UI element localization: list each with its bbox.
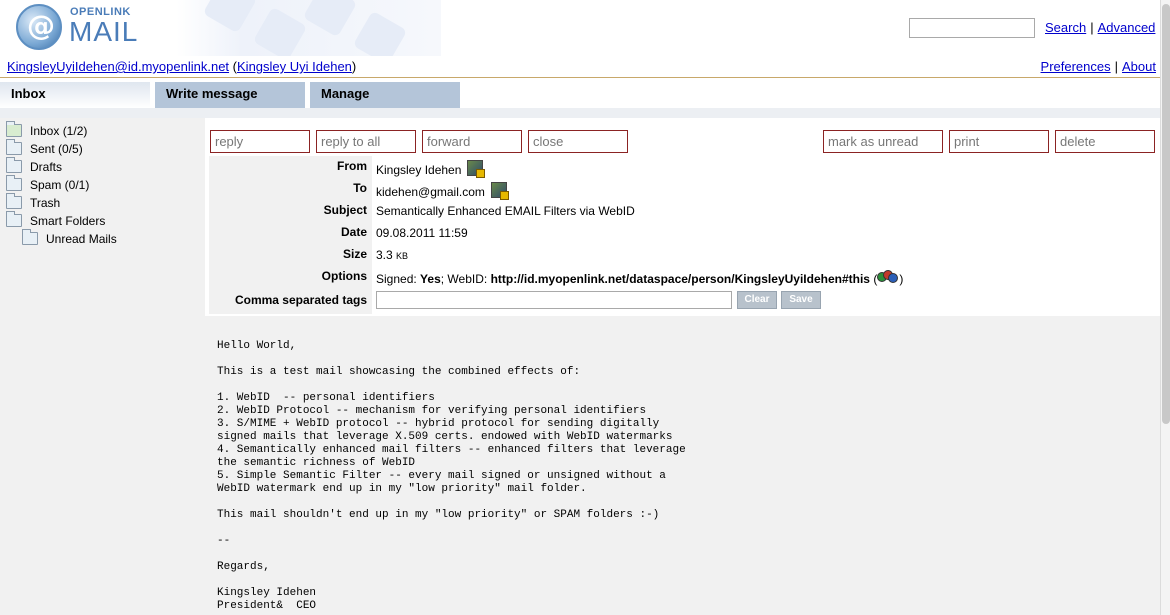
webid-label: ; WebID:	[440, 272, 488, 286]
advanced-search-link[interactable]: Advanced	[1098, 20, 1156, 35]
header-row-options: Options Signed: Yes; WebID: http://id.my…	[209, 266, 1160, 288]
folder-inbox[interactable]: Inbox (1/2)	[0, 121, 205, 141]
folder-icon	[6, 157, 22, 173]
message-view: reply reply to all forward close mark as…	[205, 118, 1160, 615]
webid-verified-icon[interactable]	[877, 270, 899, 284]
message-body-pane: Hello World, This is a test mail showcas…	[205, 316, 1160, 615]
paren-close: )	[351, 59, 357, 74]
folder-label: Sent (0/5)	[30, 142, 83, 156]
folder-sent[interactable]: Sent (0/5)	[0, 139, 205, 159]
clear-tags-button[interactable]: Clear	[737, 291, 777, 309]
tags-input[interactable]	[376, 291, 732, 309]
print-button[interactable]: print	[949, 130, 1049, 153]
tab-manage[interactable]: Manage	[310, 82, 460, 108]
date-value: 09.08.2011 11:59	[372, 222, 1160, 244]
folder-icon	[22, 229, 38, 245]
folder-unread-mails[interactable]: Unread Mails	[0, 229, 205, 249]
message-actions: reply reply to all forward close mark as…	[205, 118, 1160, 156]
folder-icon	[6, 193, 22, 209]
tab-bar: Inbox Write message Manage	[0, 82, 1160, 108]
contact-card-icon[interactable]	[490, 182, 509, 200]
contact-card-icon[interactable]	[467, 160, 486, 178]
about-link[interactable]: About	[1122, 59, 1156, 74]
subject-label: Subject	[323, 203, 367, 217]
size-label: Size	[342, 247, 367, 261]
message-header: From Kingsley Idehen To kidehen@gmail.co…	[209, 156, 1160, 314]
paren-close: )	[899, 272, 904, 286]
folder-label: Smart Folders	[30, 214, 106, 228]
folder-label: Drafts	[30, 160, 63, 174]
inbox-folder-icon	[6, 121, 22, 137]
options-label: Options	[321, 269, 367, 283]
folder-label: Inbox (1/2)	[30, 124, 88, 138]
folder-drafts[interactable]: Drafts	[0, 157, 205, 177]
folder-label: Unread Mails	[46, 232, 117, 246]
delete-button[interactable]: delete	[1055, 130, 1155, 153]
folder-icon	[6, 139, 22, 155]
user-line: KingsleyUyiIdehen@id.myopenlink.net (Kin…	[7, 59, 356, 74]
search-input[interactable]	[909, 18, 1035, 38]
header-row-to: To kidehen@gmail.com	[209, 178, 1160, 200]
header: OPENLINK MAIL Search | Advanced	[0, 0, 1160, 56]
tab-write-message[interactable]: Write message	[155, 82, 305, 108]
preferences-link[interactable]: Preferences	[1041, 59, 1111, 74]
close-button[interactable]: close	[528, 130, 628, 153]
scrollbar-thumb[interactable]	[1162, 4, 1170, 424]
from-label: From	[337, 159, 367, 173]
openlink-mail-logo[interactable]: OPENLINK MAIL	[0, 0, 441, 56]
logo-text-bottom: MAIL	[69, 16, 139, 47]
to-label: To	[353, 181, 367, 195]
reply-button[interactable]: reply	[210, 130, 310, 153]
forward-button[interactable]: forward	[422, 130, 522, 153]
tab-underline	[0, 108, 1160, 118]
user-email-link[interactable]: KingsleyUyiIdehen@id.myopenlink.net	[7, 59, 229, 74]
mark-unread-button[interactable]: mark as unread	[823, 130, 943, 153]
mail-at-icon	[16, 4, 62, 50]
user-name-link[interactable]: Kingsley Uyi Idehen	[237, 59, 352, 74]
folder-icon	[6, 175, 22, 191]
size-unit: KB	[396, 251, 409, 261]
folder-label: Trash	[30, 196, 61, 210]
folder-sidebar: Inbox (1/2) Sent (0/5) Drafts Spam (0/1)…	[0, 118, 205, 615]
folder-label: Spam (0/1)	[30, 178, 90, 192]
header-row-from: From Kingsley Idehen	[209, 156, 1160, 178]
separator: |	[1090, 20, 1094, 35]
separator: |	[1114, 59, 1119, 74]
to-value: kidehen@gmail.com	[376, 185, 485, 199]
tags-label: Comma separated tags	[234, 293, 367, 307]
webid-value: http://id.myopenlink.net/dataspace/perso…	[490, 272, 870, 286]
header-row-size: Size 3.3 KB	[209, 244, 1160, 266]
message-body: Hello World, This is a test mail showcas…	[217, 340, 686, 612]
folder-icon	[6, 211, 22, 227]
from-value: Kingsley Idehen	[376, 163, 462, 177]
header-row-tags: Comma separated tags Clear Save	[209, 288, 1160, 314]
save-tags-button[interactable]: Save	[781, 291, 821, 309]
top-links: Preferences | About	[1041, 59, 1156, 74]
folder-trash[interactable]: Trash	[0, 193, 205, 213]
folder-spam[interactable]: Spam (0/1)	[0, 175, 205, 195]
subject-value: Semantically Enhanced EMAIL Filters via …	[372, 200, 1160, 222]
header-divider	[0, 77, 1160, 78]
size-value: 3.3	[376, 248, 393, 262]
header-row-subject: Subject Semantically Enhanced EMAIL Filt…	[209, 200, 1160, 222]
tab-inbox[interactable]: Inbox	[0, 82, 150, 108]
vertical-scrollbar[interactable]	[1160, 0, 1170, 615]
date-label: Date	[340, 225, 367, 239]
search-links: Search | Advanced	[1045, 20, 1155, 35]
signed-value: Yes	[420, 272, 441, 286]
header-row-date: Date 09.08.2011 11:59	[209, 222, 1160, 244]
search-link[interactable]: Search	[1045, 20, 1086, 35]
reply-all-button[interactable]: reply to all	[316, 130, 416, 153]
signed-label: Signed:	[376, 272, 417, 286]
